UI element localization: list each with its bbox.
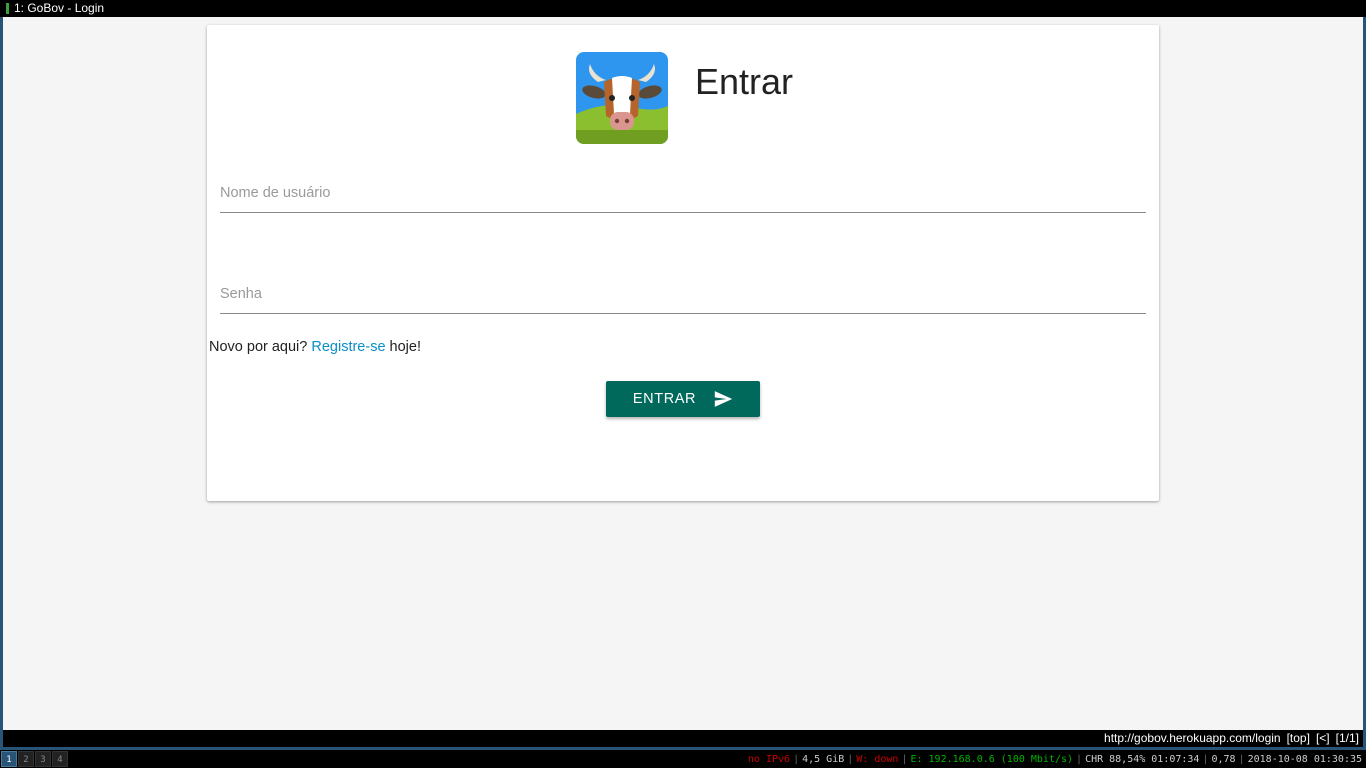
window-titlebar: 1: GoBov - Login [0, 0, 1366, 17]
register-prefix: Novo por aqui? [209, 339, 312, 355]
login-card: Entrar Novo por aqui? Registre-se hoje! … [207, 25, 1159, 501]
page-viewport: Entrar Novo por aqui? Registre-se hoje! … [3, 17, 1363, 730]
workspace-1-button[interactable]: 1 [1, 751, 17, 767]
register-suffix: hoje! [385, 339, 421, 355]
focus-indicator [6, 3, 9, 14]
disk-status: 4,5 GiB [802, 753, 845, 765]
ipv6-status: no IPv6 [747, 753, 791, 765]
window-title: 1: GoBov - Login [14, 1, 105, 15]
history-indicator: [<] [1315, 731, 1330, 745]
gobov-logo [576, 52, 668, 144]
page-title: Entrar [695, 61, 794, 102]
clock: 2018-10-08 01:30:35 [1247, 753, 1362, 765]
tab-index: [1/1] [1335, 731, 1359, 745]
ethernet-status: E: 192.168.0.6 (100 Mbit/s) [910, 753, 1074, 765]
workspace-list: 1 2 3 4 [0, 751, 68, 767]
scroll-position: [top] [1286, 731, 1310, 745]
i3-status-bar: 1 2 3 4 no IPv6 | 4,5 GiB | W: down | E:… [0, 750, 1366, 768]
cow-icon [576, 52, 668, 144]
workspace-3-button[interactable]: 3 [35, 751, 51, 767]
register-link[interactable]: Registre-se [311, 339, 385, 355]
workspace-2-button[interactable]: 2 [18, 751, 34, 767]
load-status: 0,78 [1211, 753, 1236, 765]
current-url: http://gobov.herokuapp.com/login [1104, 731, 1281, 745]
send-icon [714, 391, 733, 407]
submit-label: ENTRAR [632, 391, 697, 407]
username-input[interactable] [220, 173, 1146, 213]
password-input[interactable] [220, 274, 1146, 314]
browser-statusbar: http://gobov.herokuapp.com/login [top] [… [3, 730, 1363, 747]
wifi-status: W: down [856, 753, 899, 765]
login-submit-button[interactable]: ENTRAR [606, 381, 760, 417]
workspace-4-button[interactable]: 4 [52, 751, 68, 767]
battery-status: CHR 88,54% 01:07:34 [1085, 753, 1200, 765]
register-prompt: Novo por aqui? Registre-se hoje! [209, 339, 421, 355]
status-blocks: no IPv6 | 4,5 GiB | W: down | E: 192.168… [747, 753, 1362, 765]
